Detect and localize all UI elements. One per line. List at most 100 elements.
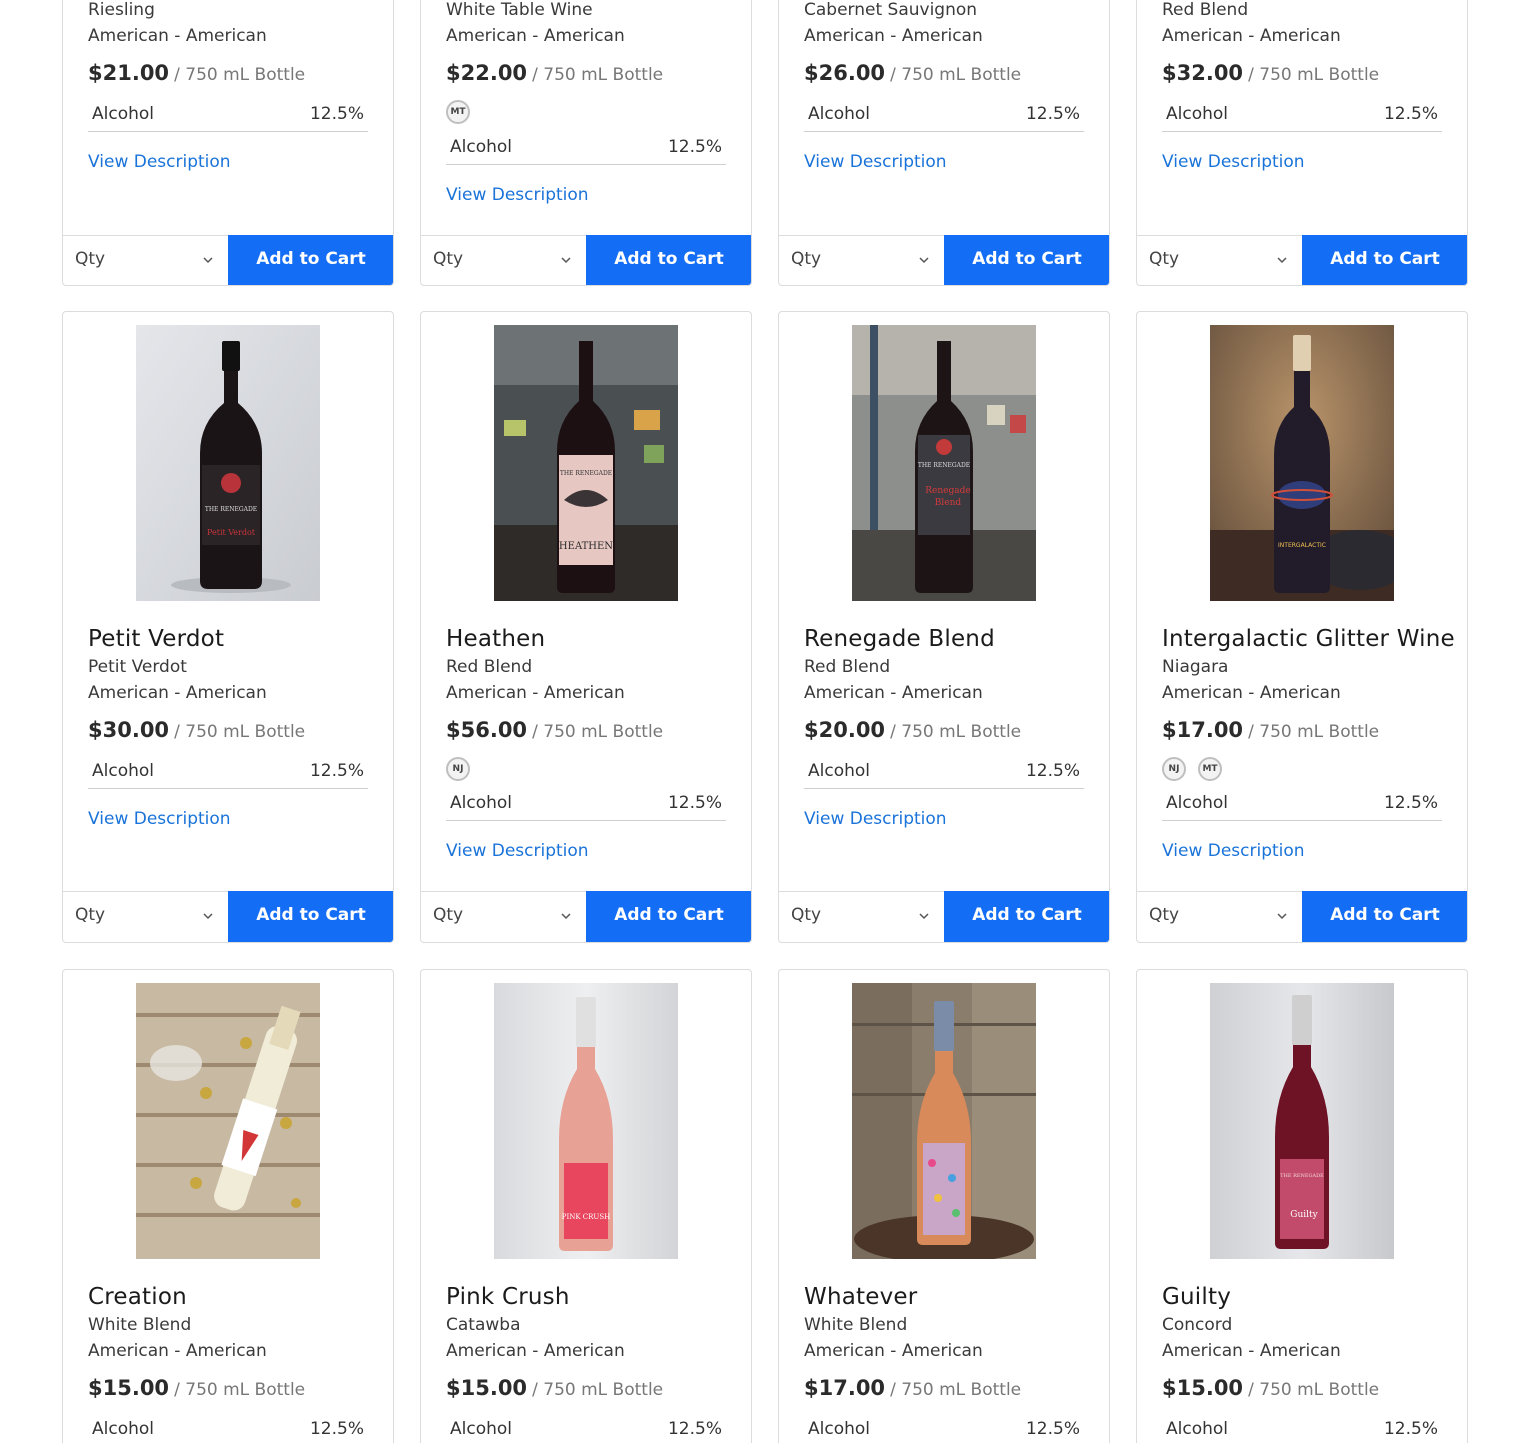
svg-text:THE RENEGADE: THE RENEGADE bbox=[205, 506, 257, 513]
bottle-size: / 750 mL Bottle bbox=[174, 1380, 306, 1400]
alcohol-row: Alcohol 12.5% bbox=[1162, 1414, 1442, 1443]
product-image[interactable]: THE RENEGADE Guilty bbox=[1210, 983, 1394, 1259]
state-badges: MT bbox=[446, 99, 482, 124]
wine-name[interactable]: Creation bbox=[88, 1284, 187, 1310]
price-row: $30.00 / 750 mL Bottle bbox=[88, 718, 305, 742]
qty-label: Qty bbox=[791, 249, 822, 269]
product-image[interactable]: THE RENEGADE Petit Verdot bbox=[136, 325, 320, 601]
wine-name[interactable]: Intergalactic Glitter Wine bbox=[1162, 626, 1455, 652]
wine-origin: American - American bbox=[1162, 683, 1341, 703]
chevron-down-icon bbox=[1277, 913, 1287, 920]
product-card: PINK CRUSH Pink Crush Catawba American -… bbox=[420, 969, 752, 1443]
qty-select[interactable]: Qty bbox=[421, 891, 586, 942]
price-row: $15.00 / 750 mL Bottle bbox=[446, 1376, 663, 1400]
product-image[interactable] bbox=[136, 983, 320, 1259]
add-to-cart-button[interactable]: Add to Cart bbox=[1302, 235, 1467, 285]
price-row: $15.00 / 750 mL Bottle bbox=[88, 1376, 305, 1400]
wine-varietal: Petit Verdot bbox=[88, 657, 187, 677]
svg-text:Renegade: Renegade bbox=[925, 486, 970, 496]
alcohol-row: Alcohol 12.5% bbox=[804, 1414, 1084, 1443]
bottle-size: / 750 mL Bottle bbox=[532, 1380, 664, 1400]
qty-label: Qty bbox=[433, 905, 464, 925]
wine-bottle-image: THE RENEGADE Guilty bbox=[1210, 983, 1394, 1259]
bottle-size: / 750 mL Bottle bbox=[174, 722, 306, 742]
add-to-cart-button[interactable]: Add to Cart bbox=[1302, 891, 1467, 942]
qty-select[interactable]: Qty bbox=[421, 235, 586, 285]
wine-bottle-image: THE RENEGADE HEATHEN bbox=[494, 325, 678, 601]
alcohol-row: Alcohol 12.5% bbox=[88, 99, 368, 132]
svg-text:HEATHEN: HEATHEN bbox=[559, 541, 613, 552]
product-image[interactable]: THE RENEGADE Renegade Blend bbox=[852, 325, 1036, 601]
view-description-link[interactable]: View Description bbox=[804, 809, 947, 829]
alcohol-value: 12.5% bbox=[1383, 793, 1438, 813]
bottle-size: / 750 mL Bottle bbox=[174, 65, 306, 85]
svg-text:PINK CRUSH: PINK CRUSH bbox=[562, 1213, 610, 1221]
product-card: THE RENEGADE Petit Verdot Petit Verdot P… bbox=[62, 311, 394, 943]
product-image[interactable]: THE RENEGADE HEATHEN bbox=[494, 325, 678, 601]
alcohol-row: Alcohol 12.5% bbox=[446, 788, 726, 821]
alcohol-row: Alcohol 12.5% bbox=[1162, 788, 1442, 821]
wine-varietal: White Table Wine bbox=[446, 0, 593, 20]
wine-name[interactable]: Renegade Blend bbox=[804, 626, 995, 652]
price: $30.00 bbox=[88, 718, 170, 742]
qty-select[interactable]: Qty bbox=[63, 235, 228, 285]
qty-select[interactable]: Qty bbox=[63, 891, 228, 942]
wine-bottle-image: PINK CRUSH bbox=[494, 983, 678, 1259]
alcohol-label: Alcohol bbox=[808, 761, 870, 781]
alcohol-value: 12.5% bbox=[309, 104, 364, 124]
chevron-down-icon bbox=[1277, 257, 1287, 264]
qty-label: Qty bbox=[433, 249, 464, 269]
add-to-cart-button[interactable]: Add to Cart bbox=[944, 891, 1109, 942]
view-description-link[interactable]: View Description bbox=[804, 152, 947, 172]
bottle-size: / 750 mL Bottle bbox=[532, 65, 664, 85]
add-to-cart-button[interactable]: Add to Cart bbox=[228, 891, 393, 942]
view-description-link[interactable]: View Description bbox=[446, 841, 589, 861]
product-card: THE RENEGADE Renegade Blend Renegade Ble… bbox=[778, 311, 1110, 943]
bottle-size: / 750 mL Bottle bbox=[1248, 1380, 1380, 1400]
wine-bottle-image bbox=[136, 983, 320, 1259]
wine-name[interactable]: Whatever bbox=[804, 1284, 917, 1310]
add-to-cart-button[interactable]: Add to Cart bbox=[228, 235, 393, 285]
add-to-cart-button[interactable]: Add to Cart bbox=[586, 891, 751, 942]
alcohol-value: 12.5% bbox=[667, 793, 722, 813]
product-image[interactable] bbox=[852, 983, 1036, 1259]
wine-origin: American - American bbox=[804, 26, 983, 46]
alcohol-label: Alcohol bbox=[92, 104, 154, 124]
wine-bottle-image: INTERGALACTIC bbox=[1210, 325, 1394, 601]
view-description-link[interactable]: View Description bbox=[1162, 152, 1305, 172]
bottle-size: / 750 mL Bottle bbox=[1248, 722, 1380, 742]
view-description-link[interactable]: View Description bbox=[88, 152, 231, 172]
add-to-cart-button[interactable]: Add to Cart bbox=[944, 235, 1109, 285]
qty-select[interactable]: Qty bbox=[1137, 235, 1302, 285]
price: $17.00 bbox=[1162, 718, 1244, 742]
view-description-link[interactable]: View Description bbox=[88, 809, 231, 829]
price: $17.00 bbox=[804, 1376, 886, 1400]
qty-label: Qty bbox=[1149, 249, 1180, 269]
product-image[interactable]: PINK CRUSH bbox=[494, 983, 678, 1259]
price-row: $17.00 / 750 mL Bottle bbox=[804, 1376, 1021, 1400]
wine-name[interactable]: Guilty bbox=[1162, 1284, 1231, 1310]
view-description-link[interactable]: View Description bbox=[446, 185, 589, 205]
add-to-cart-button[interactable]: Add to Cart bbox=[586, 235, 751, 285]
price: $26.00 bbox=[804, 61, 886, 85]
product-image[interactable]: INTERGALACTIC bbox=[1210, 325, 1394, 601]
view-description-link[interactable]: View Description bbox=[1162, 841, 1305, 861]
wine-origin: American - American bbox=[804, 683, 983, 703]
alcohol-label: Alcohol bbox=[808, 1419, 870, 1439]
wine-name[interactable]: Pink Crush bbox=[446, 1284, 570, 1310]
price: $32.00 bbox=[1162, 61, 1244, 85]
qty-select[interactable]: Qty bbox=[1137, 891, 1302, 942]
qty-select[interactable]: Qty bbox=[779, 235, 944, 285]
qty-label: Qty bbox=[75, 905, 106, 925]
bottle-size: / 750 mL Bottle bbox=[890, 65, 1022, 85]
alcohol-value: 12.5% bbox=[1025, 1419, 1080, 1439]
alcohol-value: 12.5% bbox=[1025, 104, 1080, 124]
qty-select[interactable]: Qty bbox=[779, 891, 944, 942]
wine-name[interactable]: Heathen bbox=[446, 626, 545, 652]
wine-varietal: Riesling bbox=[88, 0, 155, 20]
alcohol-row: Alcohol 12.5% bbox=[446, 1414, 726, 1443]
wine-origin: American - American bbox=[88, 683, 267, 703]
wine-name[interactable]: Petit Verdot bbox=[88, 626, 224, 652]
wine-varietal: Niagara bbox=[1162, 657, 1229, 677]
price: $15.00 bbox=[446, 1376, 528, 1400]
